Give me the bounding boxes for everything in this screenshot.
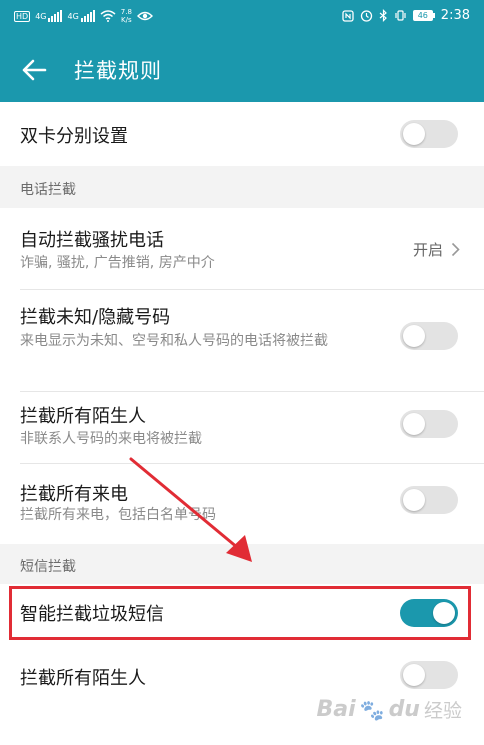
network-speed-value: 7.8	[120, 8, 132, 16]
chevron-right-icon	[451, 242, 460, 257]
all-strangers-call-label: 拦截所有陌生人	[20, 406, 146, 427]
network-type-1: 4G	[35, 11, 47, 21]
auto-block-value[interactable]: 开启	[413, 239, 460, 260]
eye-icon	[136, 11, 153, 21]
section-sms-label: 短信拦截	[20, 559, 76, 575]
wifi-icon	[100, 10, 116, 22]
watermark-brand-end: du	[388, 697, 420, 722]
all-strangers-call-row[interactable]: 拦截所有陌生人 非联系人号码的来电将被拦截	[0, 392, 484, 464]
auto-block-status: 开启	[412, 241, 443, 259]
dual-sim-label: 双卡分别设置	[20, 126, 128, 147]
vibrate-icon	[395, 10, 406, 21]
bluetooth-icon	[379, 9, 387, 22]
all-strangers-call-subtitle: 非联系人号码的来电将被拦截	[20, 431, 202, 447]
dual-sim-row[interactable]: 双卡分别设置	[0, 102, 484, 166]
all-strangers-sms-label: 拦截所有陌生人	[20, 668, 146, 689]
unknown-numbers-label: 拦截未知/隐藏号码	[20, 307, 171, 328]
page-title: 拦截规则	[74, 59, 162, 83]
hd-indicator: HD	[14, 10, 31, 22]
all-strangers-sms-toggle[interactable]	[400, 661, 458, 689]
back-arrow-icon[interactable]	[20, 56, 48, 84]
dual-sim-toggle[interactable]	[400, 120, 458, 148]
all-calls-label: 拦截所有来电	[20, 484, 128, 505]
watermark-brand-start: Bai	[316, 697, 356, 722]
all-strangers-call-toggle[interactable]	[400, 410, 458, 438]
network-type-2: 4G	[67, 11, 79, 21]
unknown-numbers-row[interactable]: 拦截未知/隐藏号码 来电显示为未知、空号和私人号码的电话将被拦截	[0, 290, 484, 392]
signal-2-icon	[80, 10, 95, 22]
signal-1-icon	[48, 10, 63, 22]
section-phone-label: 电话拦截	[20, 182, 76, 198]
all-calls-toggle[interactable]	[400, 486, 458, 514]
unknown-numbers-toggle[interactable]	[400, 322, 458, 350]
section-phone-blocking: 电话拦截	[0, 166, 484, 208]
battery-level: 46	[412, 10, 433, 21]
status-bar: HD 4G 4G 7.8 K/s 46 2:38	[0, 0, 484, 36]
baidu-watermark: Bai 🐾 du 经验	[317, 696, 463, 723]
section-sms-blocking: 短信拦截	[0, 544, 484, 584]
clock: 2:38	[440, 8, 470, 23]
auto-block-row[interactable]: 自动拦截骚扰电话 诈骗, 骚扰, 广告推销, 房产中介 开启	[0, 208, 484, 290]
all-calls-subtitle: 拦截所有来电，包括白名单号码	[20, 507, 216, 523]
auto-block-subtitle: 诈骗, 骚扰, 广告推销, 房产中介	[20, 255, 215, 271]
alarm-icon	[360, 10, 372, 22]
watermark-suffix: 经验	[423, 700, 462, 722]
baidu-paw-icon: 🐾	[359, 697, 385, 722]
network-speed: 7.8 K/s	[121, 8, 132, 24]
battery-icon: 46	[412, 10, 435, 21]
all-calls-row[interactable]: 拦截所有来电 拦截所有来电，包括白名单号码	[0, 464, 484, 544]
nfc-icon	[342, 9, 354, 22]
app-bar: 拦截规则	[0, 36, 484, 102]
auto-block-label: 自动拦截骚扰电话	[20, 230, 164, 251]
highlight-box	[9, 586, 471, 640]
unknown-numbers-subtitle: 来电显示为未知、空号和私人号码的电话将被拦截	[20, 333, 328, 349]
screen: HD 4G 4G 7.8 K/s 46 2:38 拦截规则 双卡分别设置 电话拦…	[0, 0, 484, 745]
network-speed-unit: K/s	[121, 16, 132, 24]
